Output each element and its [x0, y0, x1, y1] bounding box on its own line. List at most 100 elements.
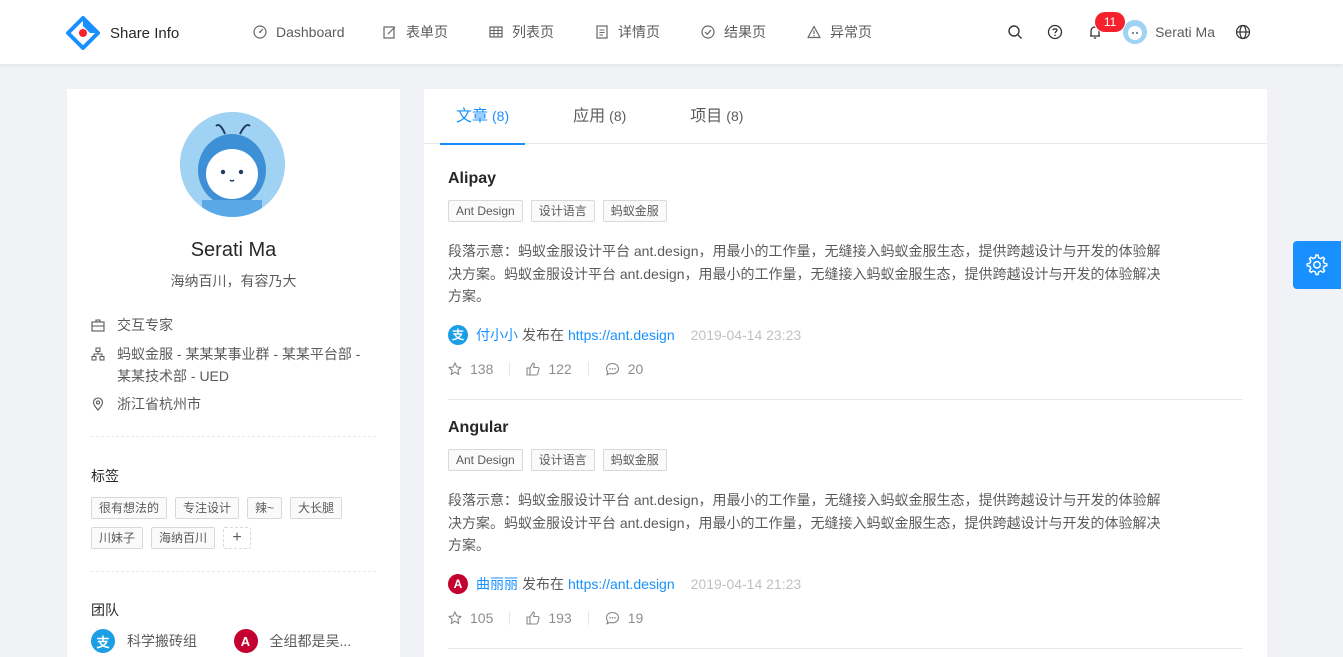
angular-icon: A — [233, 629, 258, 653]
nav-label: 异常页 — [830, 24, 872, 40]
logo-icon — [66, 16, 100, 50]
nav-dashboard[interactable]: Dashboard — [236, 0, 366, 64]
article-tag: 设计语言 — [530, 449, 595, 471]
star-icon — [448, 361, 462, 375]
table-icon — [488, 24, 504, 40]
star-count: 138 — [470, 360, 494, 377]
article-tags: Ant Design 设计语言 蚂蚁金服 — [448, 200, 1243, 230]
profile-icon — [594, 24, 610, 40]
star-icon — [448, 610, 462, 624]
form-icon — [382, 24, 398, 40]
nav-exception[interactable]: 异常页 — [790, 0, 896, 64]
nav-profile[interactable]: 详情页 — [578, 0, 684, 64]
like-count: 122 — [548, 360, 572, 377]
team-list: 支 科学搬砖组 A 全组都是吴... — [91, 629, 376, 653]
article-tag: 蚂蚁金服 — [602, 449, 667, 471]
avatar — [1123, 20, 1148, 44]
profile-tag: 海纳百川 — [151, 527, 216, 549]
comment-count: 20 — [627, 360, 644, 377]
divider — [587, 610, 589, 625]
header-actions: 11 Serati Ma — [995, 0, 1263, 64]
nav-label: 列表页 — [512, 24, 554, 40]
star-button[interactable]: 138 — [448, 361, 493, 377]
article-owner[interactable]: 曲丽丽 — [476, 574, 518, 594]
team-item[interactable]: A 全组都是吴... — [233, 629, 377, 653]
globe-icon — [1235, 24, 1251, 40]
article-tag: Ant Design — [448, 449, 523, 471]
nav-label: 详情页 — [618, 24, 660, 40]
article-item: Alipay Ant Design 设计语言 蚂蚁金服 段落示意：蚂蚁金服设计平… — [448, 170, 1243, 377]
profile-tag: 辣~ — [247, 497, 283, 519]
check-circle-icon — [700, 24, 716, 40]
profile-name: Serati Ma — [190, 239, 277, 261]
tab-count: (8) — [492, 108, 510, 124]
comment-button[interactable]: 19 — [605, 609, 644, 626]
add-tag-button[interactable]: + — [223, 527, 252, 549]
user-menu[interactable]: Serati Ma — [1115, 0, 1223, 64]
gear-icon — [1306, 254, 1328, 276]
like-count: 193 — [548, 609, 572, 626]
divider — [448, 648, 1243, 649]
nav-form[interactable]: 表单页 — [366, 0, 472, 64]
like-icon — [526, 361, 540, 376]
language-button[interactable] — [1223, 0, 1263, 64]
article-title[interactable]: Angular — [448, 419, 1243, 437]
divider — [509, 361, 511, 376]
message-icon — [605, 611, 619, 625]
team-name: 科学搬砖组 — [127, 633, 197, 649]
nav-result[interactable]: 结果页 — [684, 0, 790, 64]
article-tag: 蚂蚁金服 — [602, 200, 667, 222]
settings-drawer-button[interactable] — [1293, 241, 1341, 289]
tab-label: 文章 — [456, 108, 489, 125]
dashboard-icon — [252, 24, 268, 40]
tab-count: (8) — [726, 108, 744, 124]
profile-title: 交互专家 — [117, 317, 173, 333]
message-icon — [605, 362, 619, 376]
profile-signature: 海纳百川，有容乃大 — [170, 273, 297, 289]
nav-list[interactable]: 列表页 — [472, 0, 578, 64]
profile-tag: 很有想法的 — [91, 497, 168, 519]
notification-button[interactable]: 11 — [1075, 0, 1126, 64]
profile-title-row: 交互专家 — [91, 314, 376, 336]
tag-list: 很有想法的 专注设计 辣~ 大长腿川妹子 海纳百川 + — [91, 497, 361, 557]
tab-articles[interactable]: 文章 (8) — [440, 89, 526, 145]
top-header: Share Info Dashboard 表单页 列表页 详情页 结果页 异常页… — [0, 0, 1343, 64]
published-text: 发布在 — [522, 326, 564, 343]
logo[interactable]: Share Info — [66, 16, 179, 50]
team-item[interactable]: 支 科学搬砖组 — [91, 629, 234, 653]
divider — [509, 610, 511, 625]
search-icon — [1008, 25, 1023, 39]
article-owner[interactable]: 付小小 — [476, 325, 518, 345]
tags-title: 标签 — [91, 468, 119, 484]
comment-button[interactable]: 20 — [605, 360, 644, 377]
article-link[interactable]: https://ant.design — [568, 327, 675, 343]
article-actions: 105 193 19 — [448, 610, 1243, 626]
profile-location: 浙江省杭州市 — [117, 396, 201, 412]
help-button[interactable] — [1035, 0, 1075, 64]
alipay-icon: 支 — [448, 324, 468, 345]
content-tabs: 文章 (8) 应用 (8) 项目 (8) — [424, 89, 1267, 145]
tab-projects[interactable]: 项目 (8) — [674, 89, 759, 144]
content-card: 文章 (8) 应用 (8) 项目 (8) Alipay Ant Design 设计语言… — [424, 89, 1267, 657]
article-item: Angular Ant Design 设计语言 蚂蚁金服 段落示意：蚂蚁金服设计… — [448, 419, 1243, 626]
article-time: 2019-04-14 23:23 — [690, 326, 802, 343]
profile-group: 蚂蚁金服 - 某某某事业群 - 某某平台部 - 某某技术部 - UED — [117, 346, 361, 384]
alipay-icon: 支 — [91, 629, 115, 653]
like-button[interactable]: 122 — [526, 360, 572, 377]
article-link[interactable]: https://ant.design — [568, 576, 675, 592]
article-description: 段落示意：蚂蚁金服设计平台 ant.design，用最小的工作量，无缝接入蚂蚁金… — [448, 243, 1161, 304]
angular-icon: A — [448, 573, 468, 594]
like-button[interactable]: 193 — [526, 609, 572, 626]
tab-applications[interactable]: 应用 (8) — [557, 89, 642, 144]
article-title[interactable]: Alipay — [448, 170, 1243, 188]
nav-label: Dashboard — [276, 24, 345, 40]
warning-icon — [806, 24, 822, 40]
profile-card: Serati Ma 海纳百川，有容乃大 交互专家 蚂蚁金服 - 某某某事业群 -… — [67, 89, 400, 657]
search-button[interactable] — [995, 0, 1035, 64]
divider — [91, 436, 376, 437]
contacts-icon — [91, 314, 105, 336]
tab-count: (8) — [609, 108, 627, 124]
star-button[interactable]: 105 — [448, 610, 493, 626]
comment-count: 19 — [627, 609, 644, 626]
article-description: 段落示意：蚂蚁金服设计平台 ant.design，用最小的工作量，无缝接入蚂蚁金… — [448, 492, 1161, 553]
